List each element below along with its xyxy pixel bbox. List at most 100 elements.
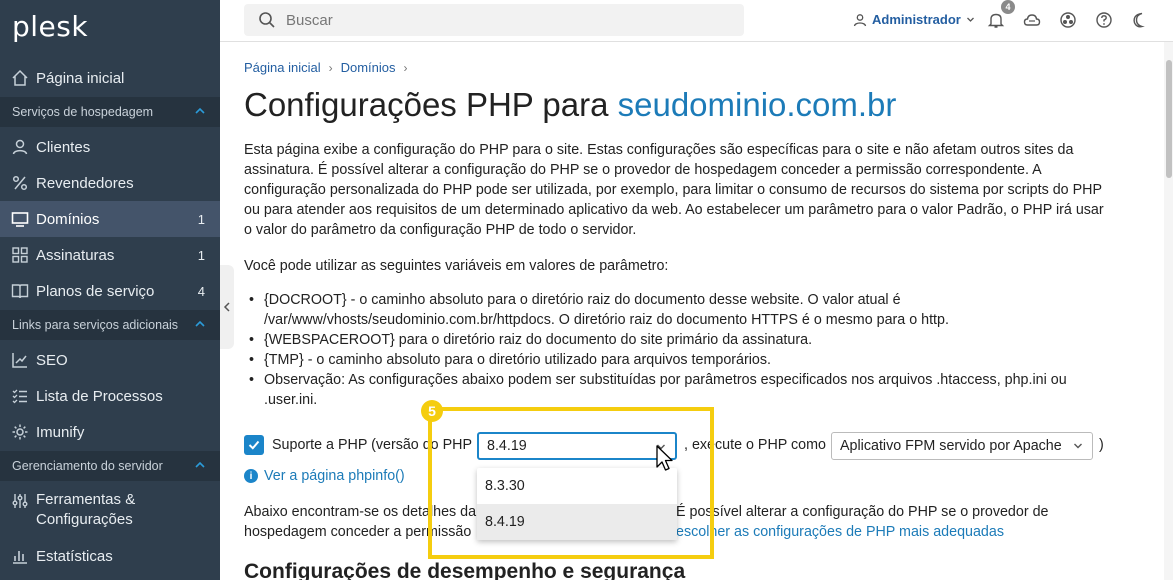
annotation-highlight-box [428,407,714,559]
sidebar-section-hosting[interactable]: Serviços de hospedagem [0,97,220,127]
user-menu[interactable]: Administrador [853,12,975,27]
moon-icon[interactable] [1131,11,1149,29]
sidebar-item-imunify[interactable]: Imunify [0,414,220,450]
sidebar-section-label: Serviços de hospedagem [12,105,154,119]
list-item-line: /var/www/vhosts/seudominio.com.br/httpdo… [264,312,949,328]
sidebar-section-label: Links para serviços adicionais [12,318,179,332]
list-item: {WEBSPACEROOT} para o diretório raiz do … [244,330,1144,350]
sidebar-item-label: Clientes [36,138,91,156]
sidebar-item-label: Estatísticas [36,547,113,565]
list-item: {TMP} - o caminho absoluto para o diretó… [244,350,1144,370]
sidebar-item-label: Página inicial [36,69,125,87]
sidebar-item-label: Assinaturas [36,246,115,264]
breadcrumb-separator-icon: › [328,60,333,75]
mouse-cursor-icon [656,445,673,471]
intro-paragraph: Esta página exibe a configuração do PHP … [244,140,1144,240]
variables-intro: Você pode utilizar as seguintes variávei… [244,258,669,274]
sidebar-section-label: Gerenciamento do servidor [12,459,163,473]
cloud-icon[interactable] [1023,11,1041,29]
php-support-checkbox[interactable] [244,435,264,455]
plesk-logo[interactable]: plesk [12,10,88,43]
user-icon [12,139,28,155]
help-icon[interactable] [1095,11,1113,29]
chevron-left-icon [223,302,230,312]
details-line: É possível alterar a configuração do PHP… [676,504,1049,520]
bell-icon[interactable] [987,11,1005,29]
chevron-down-icon [1074,443,1082,449]
domains-count-badge: 1 [197,211,205,227]
variables-list: {DOCROOT} - o caminho absoluto para o di… [244,290,1144,410]
annotation-step-badge: 5 [421,400,443,422]
sidebar-item-label: Planos de serviço [36,282,155,300]
search-input[interactable] [286,11,726,29]
sidebar-item-label: Lista de Processos [36,387,163,405]
page-title: Configurações PHP para seudominio.com.br [244,86,896,124]
monitor-icon [11,212,29,227]
sidebar-item-label: Revendedores [36,174,134,192]
chevron-down-icon [966,17,974,22]
info-icon: i [244,469,258,483]
sidebar-item-clients[interactable]: Clientes [0,129,220,165]
chevron-up-icon [195,320,205,327]
top-bar: Administrador 4 [220,0,1173,42]
page-title-prefix: Configurações PHP para [244,86,618,123]
sidebar-item-home[interactable]: Página inicial [0,60,220,96]
breadcrumb-domains[interactable]: Domínios [341,60,396,75]
list-item-line: {DOCROOT} - o caminho absoluto para o di… [264,292,901,308]
sidebar-item-tools[interactable]: Ferramentas & Configurações [0,484,220,532]
breadcrumb: Página inicial › Domínios › [244,60,416,75]
notifications-count-badge: 4 [1001,0,1015,14]
user-icon [853,13,867,26]
intro-line: ou para atender aos requisitos de um det… [244,202,1104,218]
sidebar-section-server[interactable]: Gerenciamento do servidor [0,451,220,481]
breadcrumb-separator-icon: › [403,60,408,75]
sidebar-item-label: Configurações [36,511,133,528]
service-plans-count-badge: 4 [197,283,205,299]
sidebar-item-label: Ferramentas & [36,491,136,508]
details-paragraph-right: É possível alterar a configuração do PHP… [676,502,1048,542]
list-item: Observação: As configurações abaixo pode… [244,370,1144,410]
list-item: {DOCROOT} - o caminho absoluto para o di… [244,290,1144,330]
php-handler-value: Aplicativo FPM servido por Apache [840,438,1062,454]
sidebar-item-domains[interactable]: Domínios 1 [0,201,220,237]
sidebar-item-subscriptions[interactable]: Assinaturas 1 [0,237,220,273]
intro-line: assinatura. É possível alterar a configu… [244,162,1042,178]
sidebar-item-service-plans[interactable]: Planos de serviço 4 [0,273,220,309]
chart-line-icon [12,353,27,368]
intro-line: o valor do parâmetro da configuração PHP… [244,222,637,238]
chevron-up-icon [195,461,205,468]
chevron-up-icon [195,107,205,114]
sidebar-item-label: Imunify [36,423,85,441]
sidebar-item-resellers[interactable]: Revendedores [0,165,220,201]
sidebar-item-seo[interactable]: SEO [0,342,220,378]
user-name: Administrador [872,12,961,27]
phpinfo-link[interactable]: i Ver a página phpinfo() [244,468,405,484]
intro-line: configuração personalizada do PHP pode s… [244,182,1102,198]
list-item-line: Observação: As configurações abaixo pode… [264,372,1067,388]
sidebar-item-process-list[interactable]: Lista de Processos [0,378,220,414]
sidebar-item-label: SEO [36,351,68,369]
search-box[interactable] [244,4,744,36]
bar-chart-icon [13,551,27,564]
breadcrumb-home[interactable]: Página inicial [244,60,321,75]
sidebar-item-stats[interactable]: Estatísticas [0,538,220,574]
extensions-icon[interactable] [1059,11,1077,29]
phpinfo-link-label: Ver a página phpinfo() [264,468,405,484]
sidebar-section-links[interactable]: Links para serviços adicionais [0,310,220,340]
php-settings-link[interactable]: escolher as configurações de PHP mais ad… [676,522,1048,542]
check-icon [248,440,260,450]
grid-icon [12,247,28,263]
list-check-icon [12,389,27,404]
book-icon [11,284,29,299]
search-icon [259,12,275,28]
sidebar-collapse-toggle[interactable] [220,265,234,349]
percent-icon [12,175,28,191]
php-handler-select[interactable]: Aplicativo FPM servido por Apache [831,432,1093,460]
sidebar: plesk Página inicial Serviços de hospeda… [0,0,220,580]
subscriptions-count-badge: 1 [197,247,205,263]
page-scrollbar-thumb[interactable] [1166,60,1172,178]
sidebar-item-label: Domínios [36,210,100,228]
sidebar-item-label-wrap: Ferramentas & Configurações [36,490,135,530]
gear-icon [12,424,28,440]
section-title: Configurações de desempenho e segurança [244,560,686,580]
